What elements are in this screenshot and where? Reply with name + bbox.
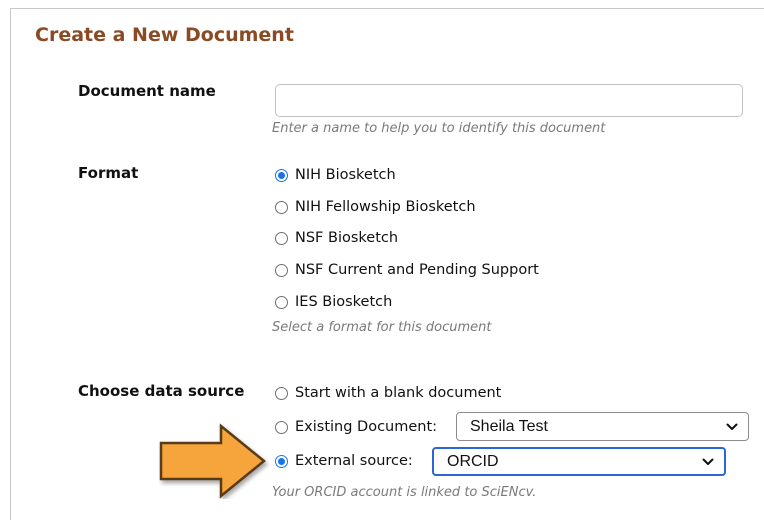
radio-label: Existing Document: — [295, 419, 438, 435]
select-value: Sheila Test — [470, 417, 548, 435]
radio-label: External source: — [295, 453, 413, 469]
format-hint: Select a format for this document — [272, 320, 492, 335]
page-title: Create a New Document — [35, 24, 294, 46]
source-option-existing[interactable]: Existing Document: — [275, 418, 437, 436]
radio-button[interactable] — [275, 263, 288, 277]
format-option-nsf-current-pending[interactable]: NSF Current and Pending Support — [275, 261, 539, 279]
radio-label: NIH Biosketch — [295, 167, 396, 183]
source-option-blank[interactable]: Start with a blank document — [275, 384, 501, 402]
existing-document-select[interactable]: Sheila Test — [456, 412, 749, 441]
radio-label: NIH Fellowship Biosketch — [295, 199, 476, 215]
radio-button[interactable] — [275, 295, 288, 309]
chevron-down-icon — [702, 458, 714, 465]
select-value: ORCID — [447, 452, 499, 470]
data-source-hint: Your ORCID account is linked to SciENcv. — [272, 485, 537, 500]
document-name-label: Document name — [78, 82, 216, 100]
radio-button-checked[interactable] — [275, 168, 288, 182]
radio-label: Start with a blank document — [295, 385, 502, 401]
external-source-select[interactable]: ORCID — [432, 447, 726, 476]
radio-button[interactable] — [275, 386, 288, 400]
radio-button[interactable] — [275, 231, 288, 245]
radio-button-checked[interactable] — [275, 454, 288, 468]
document-name-hint: Enter a name to help you to identify thi… — [272, 121, 606, 136]
source-option-external[interactable]: External source: — [275, 452, 413, 470]
document-name-input[interactable] — [275, 84, 743, 117]
format-option-nih-fellowship[interactable]: NIH Fellowship Biosketch — [275, 198, 476, 216]
radio-button[interactable] — [275, 420, 288, 434]
right-arrow-icon — [159, 423, 266, 499]
data-source-label: Choose data source — [78, 382, 245, 400]
format-label: Format — [78, 164, 139, 182]
radio-button[interactable] — [275, 200, 288, 214]
radio-label: IES Biosketch — [295, 294, 393, 310]
radio-label: NSF Biosketch — [295, 230, 399, 246]
chevron-down-icon — [726, 423, 738, 430]
format-option-ies-biosketch[interactable]: IES Biosketch — [275, 293, 392, 311]
format-option-nsf-biosketch[interactable]: NSF Biosketch — [275, 229, 398, 247]
format-option-nih-biosketch[interactable]: NIH Biosketch — [275, 166, 396, 184]
radio-label: NSF Current and Pending Support — [295, 262, 539, 278]
